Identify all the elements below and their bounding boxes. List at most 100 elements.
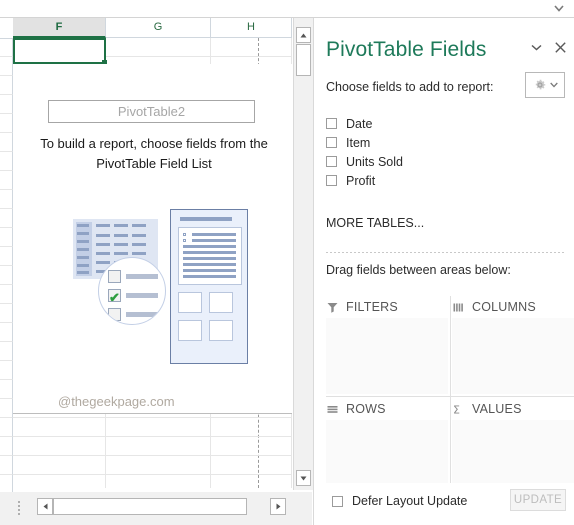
row-header[interactable] bbox=[0, 342, 13, 361]
close-icon bbox=[554, 41, 566, 53]
area-filters-label: FILTERS bbox=[346, 300, 398, 314]
sigma-icon: Σ bbox=[453, 403, 460, 416]
row-header[interactable] bbox=[0, 95, 13, 114]
magnifier-checkbox-icon: ✔ bbox=[98, 257, 166, 325]
field-checkbox[interactable] bbox=[326, 175, 337, 186]
row-header[interactable] bbox=[0, 190, 13, 209]
column-headers: F G H bbox=[0, 18, 292, 39]
worksheet-vertical-scrollbar[interactable] bbox=[293, 18, 313, 490]
ribbon-strip bbox=[0, 0, 574, 17]
field-list-item[interactable]: Units Sold bbox=[326, 152, 566, 171]
worksheet-horizontal-scrollbar[interactable] bbox=[0, 492, 312, 525]
defer-checkbox-box bbox=[332, 495, 343, 507]
pane-divider bbox=[326, 252, 566, 253]
field-checkbox[interactable] bbox=[326, 156, 337, 167]
triangle-right-icon bbox=[276, 503, 280, 510]
row-header[interactable] bbox=[0, 247, 13, 266]
area-columns[interactable]: COLUMNS bbox=[452, 296, 574, 394]
chevron-down-icon bbox=[554, 4, 564, 12]
row-header[interactable] bbox=[0, 38, 13, 57]
row-header[interactable] bbox=[0, 361, 13, 380]
area-columns-header: COLUMNS bbox=[452, 296, 574, 318]
row-header[interactable] bbox=[0, 380, 13, 399]
area-filters-header: FILTERS bbox=[326, 296, 448, 318]
row-header[interactable] bbox=[0, 399, 13, 418]
row-header[interactable] bbox=[0, 418, 13, 437]
vertical-scroll-thumb[interactable] bbox=[296, 44, 311, 76]
row-header[interactable] bbox=[0, 171, 13, 190]
rows-icon bbox=[327, 405, 338, 413]
row-header[interactable] bbox=[0, 76, 13, 95]
column-header-g[interactable]: G bbox=[106, 18, 211, 38]
triangle-up-icon bbox=[300, 33, 307, 37]
area-values[interactable]: Σ VALUES bbox=[452, 398, 574, 496]
field-label: Profit bbox=[346, 173, 376, 188]
ribbon-collapse-button[interactable] bbox=[552, 2, 566, 14]
field-checkbox[interactable] bbox=[326, 118, 337, 129]
pivottable-placeholder[interactable]: PivotTable2 To build a report, choose fi… bbox=[13, 64, 292, 414]
row-headers bbox=[0, 38, 13, 494]
area-columns-dropzone[interactable] bbox=[452, 318, 574, 394]
drag-fields-label: Drag fields between areas below: bbox=[326, 263, 511, 277]
defer-layout-update-label: Defer Layout Update bbox=[352, 494, 468, 508]
column-header-f[interactable]: F bbox=[13, 18, 106, 38]
area-rows[interactable]: ROWS bbox=[326, 398, 448, 496]
pane-footer: Defer Layout Update UPDATE bbox=[314, 483, 574, 525]
area-filters-dropzone[interactable] bbox=[326, 318, 448, 394]
pivot-areas: FILTERS COLUMNS ROWS Σ VALUES bbox=[326, 296, 574, 496]
scroll-up-button[interactable] bbox=[296, 27, 311, 43]
triangle-left-icon bbox=[43, 503, 47, 510]
chevron-down-icon bbox=[549, 82, 558, 88]
field-list-item[interactable]: Profit bbox=[326, 171, 566, 190]
area-values-header: Σ VALUES bbox=[452, 398, 574, 420]
row-header[interactable] bbox=[0, 285, 13, 304]
row-header[interactable] bbox=[0, 209, 13, 228]
column-header-h[interactable]: H bbox=[211, 18, 292, 38]
row-header[interactable] bbox=[0, 152, 13, 171]
field-list[interactable]: Date Item Units Sold Profit bbox=[326, 114, 566, 190]
scroll-left-button[interactable] bbox=[37, 498, 53, 515]
columns-icon bbox=[453, 303, 463, 311]
row-header[interactable] bbox=[0, 228, 13, 247]
filter-funnel-icon bbox=[327, 302, 338, 313]
pivottable-fields-pane: PivotTable Fields Choose fields to add t… bbox=[313, 18, 574, 525]
area-filters[interactable]: FILTERS bbox=[326, 296, 448, 394]
row-header[interactable] bbox=[0, 114, 13, 133]
svg-text:Σ: Σ bbox=[453, 403, 460, 416]
active-cell[interactable] bbox=[13, 38, 107, 65]
select-all-corner[interactable] bbox=[0, 18, 14, 39]
field-label: Date bbox=[346, 116, 373, 131]
excel-pivottable-screen: F G H PivotTable2 To build a report, cho… bbox=[0, 0, 574, 525]
scroll-right-button[interactable] bbox=[270, 498, 286, 515]
area-columns-label: COLUMNS bbox=[472, 300, 536, 314]
split-grip-handle[interactable] bbox=[17, 501, 21, 515]
row-header[interactable] bbox=[0, 133, 13, 152]
field-checkbox[interactable] bbox=[326, 137, 337, 148]
row-header[interactable] bbox=[0, 266, 13, 285]
more-tables-link[interactable]: MORE TABLES... bbox=[326, 216, 424, 230]
defer-layout-update-checkbox[interactable]: Defer Layout Update bbox=[332, 494, 467, 508]
row-header[interactable] bbox=[0, 304, 13, 323]
pivottable-name-box: PivotTable2 bbox=[48, 100, 255, 123]
mini-field-panel-icon bbox=[170, 209, 248, 364]
row-header[interactable] bbox=[0, 323, 13, 342]
pane-menu-button[interactable] bbox=[529, 40, 543, 54]
pane-tools-button[interactable] bbox=[525, 72, 565, 98]
scroll-down-button[interactable] bbox=[296, 470, 311, 486]
choose-fields-label: Choose fields to add to report: bbox=[326, 80, 494, 94]
pivottable-hint-text: To build a report, choose fields from th… bbox=[40, 136, 268, 171]
worksheet[interactable]: F G H PivotTable2 To build a report, cho… bbox=[0, 18, 312, 508]
field-list-item[interactable]: Item bbox=[326, 133, 566, 152]
field-list-item[interactable]: Date bbox=[326, 114, 566, 133]
row-header[interactable] bbox=[0, 437, 13, 456]
update-button[interactable]: UPDATE bbox=[510, 489, 566, 511]
area-rows-header: ROWS bbox=[326, 398, 448, 420]
field-label: Item bbox=[346, 135, 371, 150]
area-rows-label: ROWS bbox=[346, 402, 386, 416]
row-header[interactable] bbox=[0, 57, 13, 76]
horizontal-scroll-thumb[interactable] bbox=[53, 498, 247, 515]
pivottable-illustration: ✔ bbox=[58, 209, 288, 384]
watermark-text: @thegeekpage.com bbox=[58, 394, 175, 409]
pane-close-button[interactable] bbox=[553, 40, 567, 54]
row-header[interactable] bbox=[0, 456, 13, 475]
